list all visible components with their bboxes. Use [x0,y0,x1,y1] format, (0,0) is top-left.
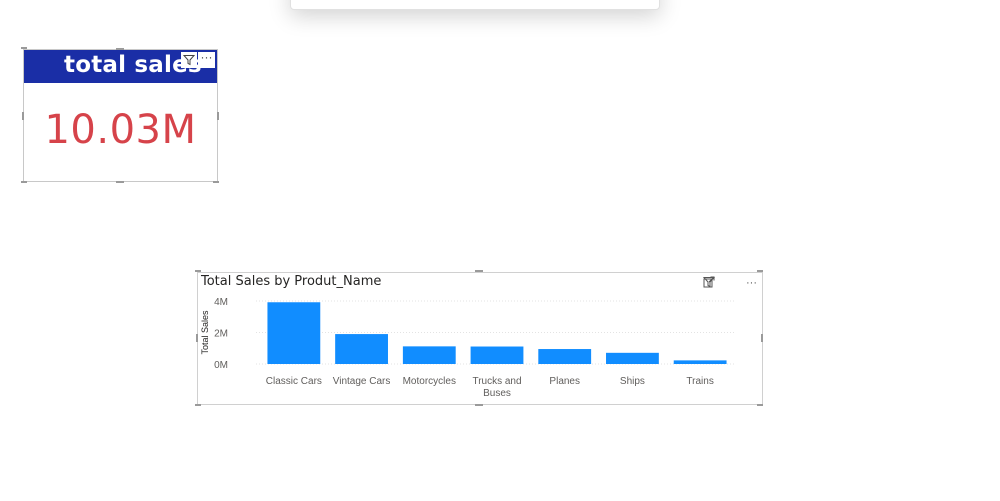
popup-panel-edge [290,0,660,10]
bar-0 [267,302,321,364]
more-options-icon[interactable]: ··· [198,51,215,68]
bar-chart-plot: 0M 2M 4M Total Sales Classic Cars Vintage Car… [200,297,734,399]
x-tick-label: Planes [549,376,580,387]
x-tick-label: Vintage Cars [333,376,391,387]
bar-4 [538,349,592,364]
card-value: 10.03M [44,107,197,153]
x-tick-label: Trains [686,376,713,387]
y-axis-title: Total Sales [200,310,210,355]
resize-handle-corner-tl[interactable] [21,47,27,49]
x-tick-label: Classic Cars [266,376,322,387]
resize-handle-right[interactable] [217,112,219,120]
bar-6 [673,360,727,364]
resize-handle-corner-tr[interactable] [757,270,763,272]
sales-by-product-chart[interactable]: Total Sales by Produt_Name ··· 0M 2M 4M Tot… [197,272,763,405]
y-tick-label: 4M [214,297,228,308]
bar-2 [402,346,456,364]
resize-handle-corner-bl[interactable] [195,404,201,406]
card-header: total sales ··· [24,50,217,83]
resize-handle-left[interactable] [196,334,198,342]
resize-handle-corner-br[interactable] [757,404,763,406]
filter-icon[interactable] [181,52,197,68]
resize-handle-left[interactable] [22,112,24,120]
x-tick-label: Buses [483,388,511,399]
resize-handle-top[interactable] [116,48,124,50]
bar-3 [470,346,524,364]
resize-handle-bottom[interactable] [116,181,124,183]
resize-handle-corner-br[interactable] [213,181,219,183]
total-sales-card[interactable]: total sales ··· 10.03M [23,49,218,182]
resize-handle-corner-tl[interactable] [195,270,201,272]
x-tick-label: Trucks and [472,376,521,387]
bar-1 [335,334,388,364]
resize-handle-bottom[interactable] [475,404,483,406]
resize-handle-top[interactable] [475,270,483,272]
y-tick-label: 0M [214,360,228,371]
resize-handle-right[interactable] [761,334,763,342]
resize-handle-corner-bl[interactable] [21,181,27,183]
x-tick-label: Motorcycles [403,376,456,387]
bar-5 [606,352,659,364]
y-tick-label: 2M [214,329,228,340]
x-tick-label: Ships [620,376,645,387]
